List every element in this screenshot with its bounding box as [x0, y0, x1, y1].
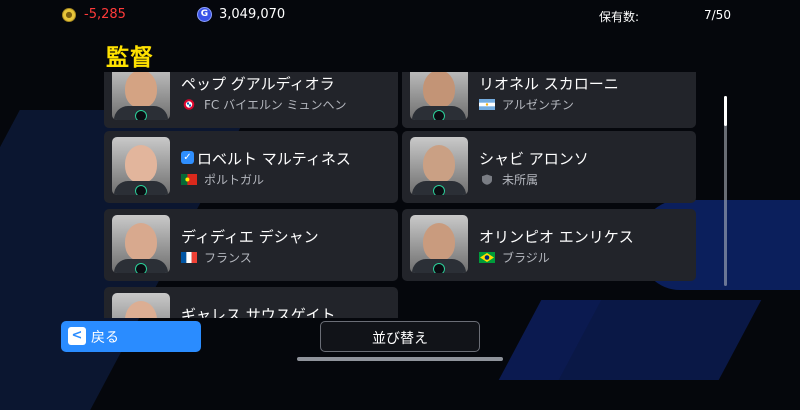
manager-badge-icon: [433, 185, 445, 195]
back-button-label: 戻る: [91, 330, 119, 346]
portugal-flag-icon: [181, 174, 197, 185]
manager-name: ロベルト マルティネス: [197, 150, 351, 168]
manager-card[interactable]: リオネル スカローニ アルゼンチン: [402, 72, 696, 128]
sort-button-label: 並び替え: [372, 331, 428, 347]
coin-icon: ●: [62, 8, 76, 22]
manager-badge-icon: [135, 185, 147, 195]
manager-badge-icon: [433, 263, 445, 273]
manager-name: シャビ アロンソ: [479, 150, 589, 168]
owned-count-value: 7/50: [704, 8, 731, 22]
manager-portrait: [410, 215, 468, 273]
status-bar: ● -5,285 G 3,049,070 保有数: 7/50: [0, 0, 800, 32]
gp-balance: 3,049,070: [219, 7, 286, 22]
manager-portrait: [112, 215, 170, 273]
team-name: ブラジル: [502, 251, 550, 265]
scrollbar-thumb[interactable]: [724, 96, 727, 126]
manager-badge-icon: [135, 263, 147, 273]
page-title: 監督: [106, 45, 154, 71]
team-name: FC バイエルン ミュンヘン: [204, 98, 347, 112]
argentina-flag-icon: [479, 99, 495, 110]
home-indicator[interactable]: [297, 357, 503, 361]
team-name: アルゼンチン: [502, 98, 574, 112]
manager-name: ギャレス サウスゲイト: [181, 306, 336, 318]
team-name: フランス: [204, 251, 252, 265]
manager-card[interactable]: シャビ アロンソ 未所属: [402, 131, 696, 203]
manager-badge-icon: [433, 110, 445, 120]
manager-list[interactable]: ペップ グアルディオラ FC バイエルン ミュンヘン リオネル スカローニ アル…: [104, 72, 700, 318]
manager-card[interactable]: ディディエ デシャン フランス: [104, 209, 398, 281]
owned-count-label: 保有数:: [599, 10, 640, 24]
manager-badge-icon: [135, 110, 147, 120]
chevron-left-icon: <: [68, 327, 86, 345]
team-name: ポルトガル: [204, 173, 265, 187]
manager-portrait: [112, 72, 170, 120]
manager-name: ディディエ デシャン: [181, 228, 319, 246]
manager-card[interactable]: ギャレス サウスゲイト: [104, 287, 398, 318]
manager-card[interactable]: オリンピオ エンリケス ブラジル: [402, 209, 696, 281]
sort-button[interactable]: 並び替え: [320, 321, 480, 352]
brazil-flag-icon: [479, 252, 495, 263]
manager-portrait: [410, 137, 468, 195]
shield-icon: [482, 174, 492, 185]
gp-icon: G: [197, 7, 212, 22]
manager-portrait: [410, 72, 468, 120]
france-flag-icon: [181, 252, 197, 263]
manager-name: ペップ グアルディオラ: [181, 75, 335, 93]
manager-card[interactable]: ✓ ロベルト マルティネス ポルトガル: [104, 131, 398, 203]
back-button[interactable]: < 戻る: [61, 321, 201, 352]
coin-balance: -5,285: [84, 7, 126, 22]
manager-card[interactable]: ペップ グアルディオラ FC バイエルン ミュンヘン: [104, 72, 398, 128]
manager-portrait: [112, 293, 170, 318]
manager-name: オリンピオ エンリケス: [479, 228, 634, 246]
manager-name: リオネル スカローニ: [479, 75, 619, 93]
team-name: 未所属: [502, 173, 539, 187]
manager-portrait: [112, 137, 170, 195]
checkmark-icon: ✓: [181, 151, 194, 164]
bayern-crest-icon: [183, 99, 195, 110]
